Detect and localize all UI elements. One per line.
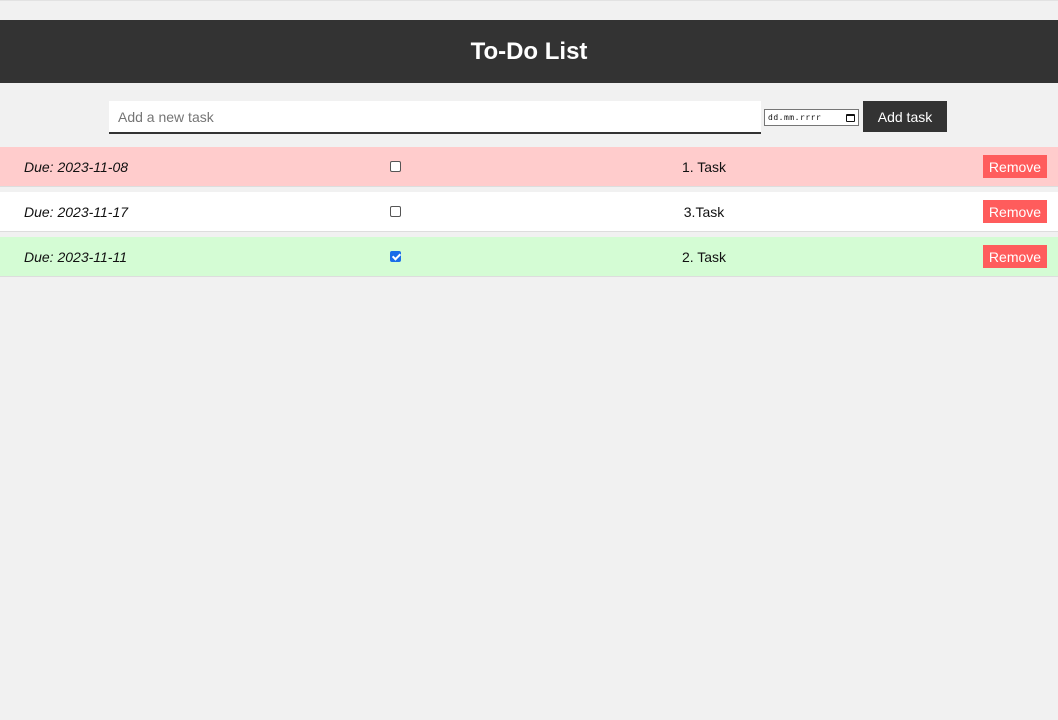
task-list: Due: 2023-11-08 1. Task Remove Due: 2023… bbox=[0, 147, 1058, 282]
header-bar: To-Do List bbox=[0, 20, 1058, 83]
task-checkbox[interactable] bbox=[390, 251, 401, 262]
task-checkbox[interactable] bbox=[390, 206, 401, 217]
task-row: Due: 2023-11-08 1. Task Remove bbox=[0, 147, 1058, 187]
task-due-date: Due: 2023-11-11 bbox=[24, 249, 127, 265]
remove-task-button[interactable]: Remove bbox=[983, 155, 1047, 178]
task-row: Due: 2023-11-17 3.Task Remove bbox=[0, 192, 1058, 232]
new-task-form: dd.mm.rrrr Add task bbox=[0, 101, 1058, 134]
task-due-date: Due: 2023-11-17 bbox=[24, 204, 129, 220]
task-checkbox[interactable] bbox=[390, 161, 401, 172]
task-due-date: Due: 2023-11-08 bbox=[24, 159, 129, 175]
new-task-input[interactable] bbox=[109, 101, 761, 134]
date-placeholder: dd.mm.rrrr bbox=[768, 113, 822, 122]
remove-task-button[interactable]: Remove bbox=[983, 245, 1047, 268]
task-name: 1. Task bbox=[681, 159, 727, 175]
page-title: To-Do List bbox=[470, 37, 588, 65]
task-name: 2. Task bbox=[681, 249, 727, 265]
task-name: 3.Task bbox=[683, 204, 725, 220]
task-row: Due: 2023-11-11 2. Task Remove bbox=[0, 237, 1058, 277]
todo-app: To-Do List dd.mm.rrrr Add task Due: 2023… bbox=[0, 0, 1058, 720]
due-date-input[interactable]: dd.mm.rrrr bbox=[764, 109, 859, 126]
remove-task-button[interactable]: Remove bbox=[983, 200, 1047, 223]
calendar-icon[interactable] bbox=[846, 113, 855, 122]
add-task-button[interactable]: Add task bbox=[863, 101, 947, 132]
